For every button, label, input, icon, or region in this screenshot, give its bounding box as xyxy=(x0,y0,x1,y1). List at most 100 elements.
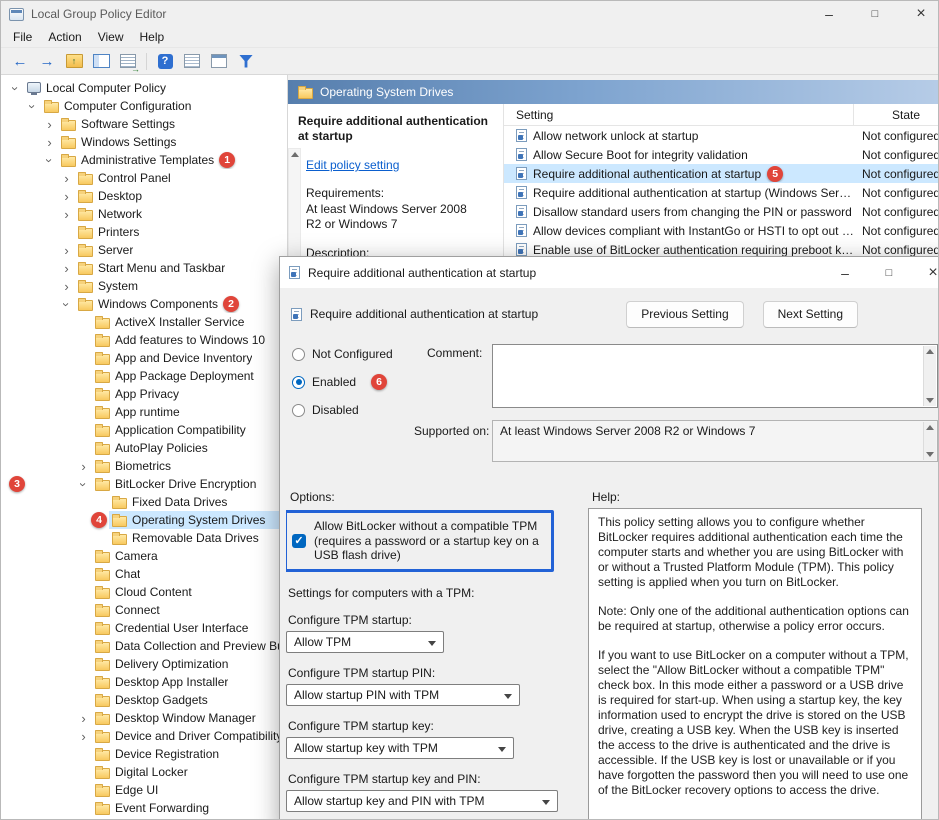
back-icon[interactable] xyxy=(8,50,32,72)
tree-item-network[interactable]: ›Network xyxy=(1,205,287,223)
tree-item-windows-components[interactable]: ›Windows Components2 xyxy=(1,295,287,313)
tree-item-cloud-content[interactable]: Cloud Content xyxy=(1,583,287,601)
tree-expand-icon[interactable]: › xyxy=(58,171,75,186)
setting-row-allow-devices-compliant-with-instantgo-or-hst[interactable]: Allow devices compliant with InstantGo o… xyxy=(504,221,938,240)
tree-item-delivery-optimization[interactable]: Delivery Optimization xyxy=(1,655,287,673)
tree-item-app-privacy[interactable]: App Privacy xyxy=(1,385,287,403)
forward-icon[interactable] xyxy=(35,50,59,72)
radio-disabled[interactable]: Disabled xyxy=(292,400,393,420)
tree-item-desktop-gadgets[interactable]: Desktop Gadgets xyxy=(1,691,287,709)
tree-item-device-registration[interactable]: Device Registration xyxy=(1,745,287,763)
tree-expand-icon[interactable]: › xyxy=(58,243,75,258)
tree-item-local-computer-policy[interactable]: ›Local Computer Policy xyxy=(1,79,287,97)
scroll-up-icon[interactable] xyxy=(926,349,934,354)
up-one-level-icon[interactable] xyxy=(62,50,86,72)
tree-item-administrative-templates[interactable]: ›Administrative Templates1 xyxy=(1,151,287,169)
scroll-down-icon[interactable] xyxy=(926,452,934,457)
tree-item-software-settings[interactable]: ›Software Settings xyxy=(1,115,287,133)
comment-input[interactable] xyxy=(492,344,938,408)
tree-expand-icon[interactable]: › xyxy=(41,135,58,150)
tree-item-desktop-window-manager[interactable]: ›Desktop Window Manager xyxy=(1,709,287,727)
tree-expand-icon[interactable]: › xyxy=(58,261,75,276)
detail-view-icon[interactable] xyxy=(207,50,231,72)
tree-expand-icon[interactable]: › xyxy=(42,152,57,169)
menu-action[interactable]: Action xyxy=(40,28,89,46)
dialog-minimize-button[interactable] xyxy=(823,257,867,288)
radio-enabled[interactable]: Enabled6 xyxy=(292,372,393,392)
column-header-setting[interactable]: Setting xyxy=(504,104,854,125)
tree-item-fixed-data-drives[interactable]: Fixed Data Drives xyxy=(1,493,287,511)
setting-row-require-additional-authentication-at-startup[interactable]: Require additional authentication at sta… xyxy=(504,164,938,183)
tree-expand-icon[interactable]: › xyxy=(58,279,75,294)
dropdown-configure-tpm-startup[interactable]: Allow TPM xyxy=(286,631,444,653)
scroll-up-icon[interactable] xyxy=(926,425,934,430)
tree-item-removable-data-drives[interactable]: Removable Data Drives xyxy=(1,529,287,547)
tree-item-data-collection-and-preview-builds[interactable]: Data Collection and Preview Builds xyxy=(1,637,287,655)
previous-setting-button[interactable]: Previous Setting xyxy=(626,301,743,328)
menu-file[interactable]: File xyxy=(5,28,40,46)
setting-row-disallow-standard-users-from-changing-the-pin[interactable]: Disallow standard users from changing th… xyxy=(504,202,938,221)
tree-item-windows-settings[interactable]: ›Windows Settings xyxy=(1,133,287,151)
edit-policy-setting-link[interactable]: Edit policy setting xyxy=(306,158,399,172)
tree-expand-icon[interactable]: › xyxy=(25,98,40,115)
tree-item-app-and-device-inventory[interactable]: App and Device Inventory xyxy=(1,349,287,367)
tree-item-desktop-app-installer[interactable]: Desktop App Installer xyxy=(1,673,287,691)
radio-not-configured[interactable]: Not Configured xyxy=(292,344,393,364)
next-setting-button[interactable]: Next Setting xyxy=(763,301,858,328)
tree-item-credential-user-interface[interactable]: Credential User Interface xyxy=(1,619,287,637)
tree-expand-icon[interactable]: › xyxy=(58,207,75,222)
comment-scrollbar[interactable] xyxy=(923,346,936,406)
setting-row-allow-network-unlock-at-startup[interactable]: Allow network unlock at startupNot confi… xyxy=(504,126,938,145)
tree-expand-icon[interactable]: › xyxy=(59,296,74,313)
tree-expand-icon[interactable]: › xyxy=(75,729,92,744)
tree-item-bitlocker-drive-encryption[interactable]: 3›BitLocker Drive Encryption xyxy=(1,475,287,493)
dropdown-configure-tpm-startup-key-and-pin[interactable]: Allow startup key and PIN with TPM xyxy=(286,790,558,812)
tree-item-connect[interactable]: Connect xyxy=(1,601,287,619)
tree-expand-icon[interactable]: › xyxy=(75,711,92,726)
tree-expand-icon[interactable]: › xyxy=(8,80,23,97)
tree-item-operating-system-drives[interactable]: 4Operating System Drives xyxy=(1,511,287,529)
tree-item-camera[interactable]: Camera xyxy=(1,547,287,565)
tree-item-autoplay-policies[interactable]: AutoPlay Policies xyxy=(1,439,287,457)
dropdown-configure-tpm-startup-key[interactable]: Allow startup key with TPM xyxy=(286,737,514,759)
tree-item-application-compatibility[interactable]: Application Compatibility xyxy=(1,421,287,439)
dropdown-configure-tpm-startup-pin[interactable]: Allow startup PIN with TPM xyxy=(286,684,520,706)
tree-item-app-package-deployment[interactable]: App Package Deployment xyxy=(1,367,287,385)
tree-item-edge-ui[interactable]: Edge UI xyxy=(1,781,287,799)
tree-item-printers[interactable]: Printers xyxy=(1,223,287,241)
tree-item-digital-locker[interactable]: Digital Locker xyxy=(1,763,287,781)
tree-expand-icon[interactable]: › xyxy=(76,476,91,493)
tree-item-computer-configuration[interactable]: ›Computer Configuration xyxy=(1,97,287,115)
scroll-down-icon[interactable] xyxy=(926,398,934,403)
tree-expand-icon[interactable]: › xyxy=(75,459,92,474)
menu-view[interactable]: View xyxy=(90,28,132,46)
filter-icon[interactable] xyxy=(234,50,258,72)
export-list-icon[interactable] xyxy=(116,50,140,72)
tree-item-event-forwarding[interactable]: Event Forwarding xyxy=(1,799,287,817)
tree-item-activex-installer-service[interactable]: ActiveX Installer Service xyxy=(1,313,287,331)
tree-item-add-features-to-windows-10[interactable]: Add features to Windows 10 xyxy=(1,331,287,349)
dialog-maximize-button[interactable] xyxy=(867,257,911,288)
supported-scrollbar[interactable] xyxy=(923,422,936,460)
tree-item-desktop[interactable]: ›Desktop xyxy=(1,187,287,205)
tree-item-system[interactable]: ›System xyxy=(1,277,287,295)
tree-item-app-runtime[interactable]: App runtime xyxy=(1,403,287,421)
tree-expand-icon[interactable]: › xyxy=(58,189,75,204)
column-header-state[interactable]: State xyxy=(854,108,938,122)
menu-help[interactable]: Help xyxy=(132,28,173,46)
help-icon[interactable] xyxy=(153,50,177,72)
tree-item-server[interactable]: ›Server xyxy=(1,241,287,259)
setting-row-require-additional-authentication-at-startup-[interactable]: Require additional authentication at sta… xyxy=(504,183,938,202)
tree-item-chat[interactable]: Chat xyxy=(1,565,287,583)
close-button[interactable] xyxy=(898,1,939,27)
allow-bitlocker-without-tpm-checkbox[interactable] xyxy=(292,534,306,548)
scroll-up-icon[interactable] xyxy=(291,152,299,157)
show-console-tree-icon[interactable] xyxy=(89,50,113,72)
minimize-button[interactable] xyxy=(806,1,852,27)
tree-item-control-panel[interactable]: ›Control Panel xyxy=(1,169,287,187)
list-view-icon[interactable] xyxy=(180,50,204,72)
maximize-button[interactable] xyxy=(852,1,898,27)
setting-row-allow-secure-boot-for-integrity-validation[interactable]: Allow Secure Boot for integrity validati… xyxy=(504,145,938,164)
tree-item-device-and-driver-compatibility[interactable]: ›Device and Driver Compatibility xyxy=(1,727,287,745)
tree-expand-icon[interactable]: › xyxy=(41,117,58,132)
